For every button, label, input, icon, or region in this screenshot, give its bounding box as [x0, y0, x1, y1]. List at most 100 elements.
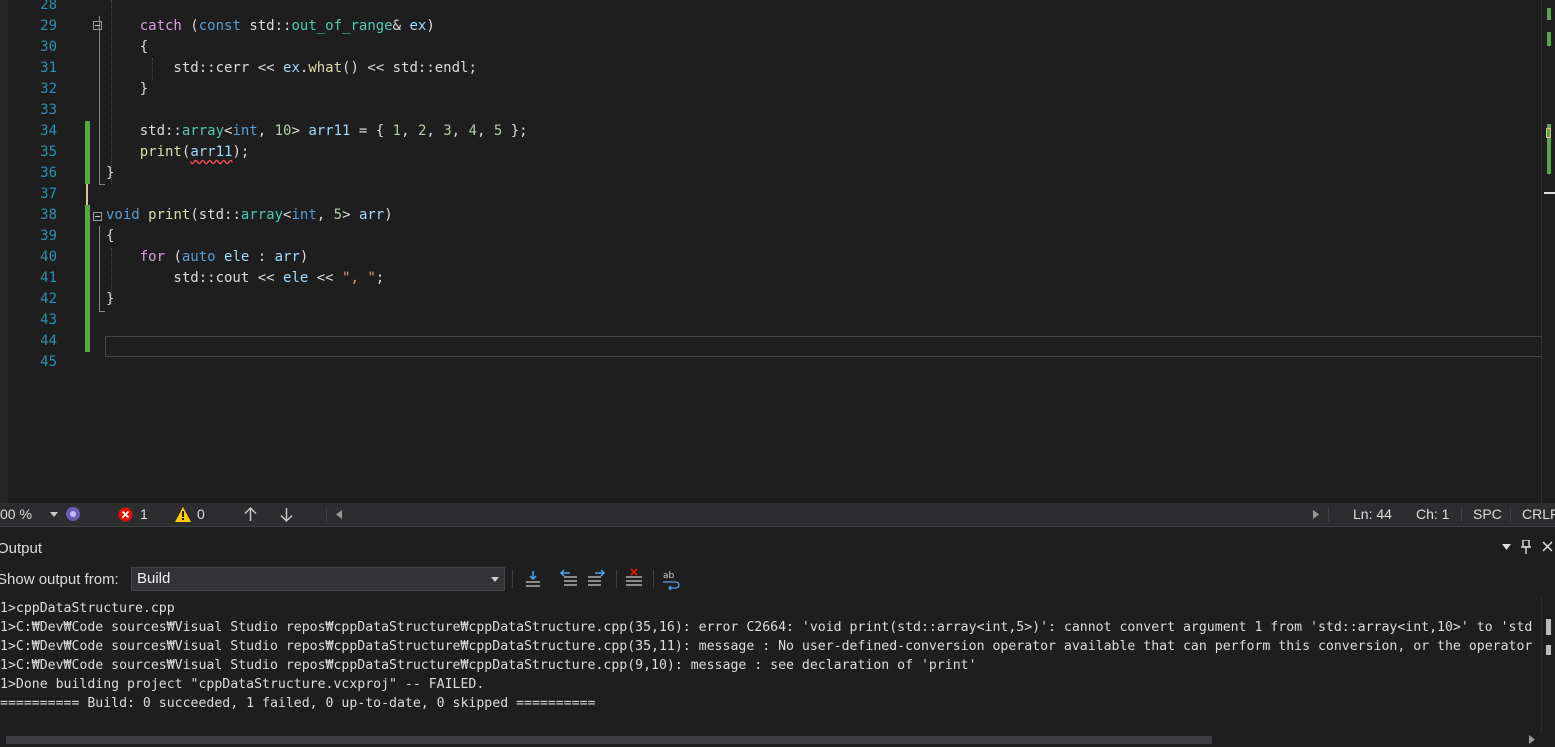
code-line[interactable]: 38 void print(std::array<int, 5> arr)	[0, 205, 1540, 226]
output-line[interactable]: 1>cppDataStructure.cpp	[0, 599, 1543, 618]
close-icon[interactable]	[1542, 541, 1553, 552]
change-marker	[85, 142, 90, 163]
svg-text:ab: ab	[663, 571, 675, 581]
line-number: 42	[40, 291, 57, 307]
output-horizontal-scrollbar[interactable]	[0, 733, 1541, 747]
code-line[interactable]: 33	[0, 100, 1540, 121]
scroll-left-icon[interactable]	[336, 510, 342, 519]
line-ending-indicator[interactable]: CRLF	[1522, 503, 1555, 526]
line-number: 41	[40, 270, 57, 286]
line-number: 45	[40, 354, 57, 370]
output-line[interactable]: 1>C:₩Dev₩Code sources₩Visual Studio repo…	[0, 618, 1543, 637]
code-line[interactable]: 40 for (auto ele : arr)	[0, 247, 1540, 268]
collapse-toggle-icon[interactable]	[93, 212, 102, 221]
collapse-toggle-icon[interactable]	[93, 21, 102, 30]
output-text[interactable]: 1>cppDataStructure.cpp 1>C:₩Dev₩Code sour…	[0, 599, 1543, 731]
error-count[interactable]: 1	[140, 503, 148, 526]
clear-all-icon[interactable]	[623, 568, 645, 590]
pin-icon[interactable]	[1521, 540, 1531, 554]
code-line[interactable]: 32 }	[0, 79, 1540, 100]
code-text[interactable]: print(arr11);	[106, 142, 250, 163]
output-line[interactable]: ========== Build: 0 succeeded, 1 failed,…	[0, 694, 1543, 713]
code-text[interactable]: {	[106, 226, 114, 247]
code-text[interactable]: std::cerr << ex.what() << std::endl;	[106, 58, 476, 79]
editor-status-bar: 00 % 1 0 Ln: 44 Ch: 1 SPC CRLF	[0, 503, 1555, 526]
char-indicator[interactable]: Ch: 1	[1416, 503, 1449, 526]
output-line[interactable]: 1>C:₩Dev₩Code sources₩Visual Studio repo…	[0, 656, 1543, 675]
warning-count[interactable]: 0	[197, 503, 205, 526]
code-line[interactable]: 30 {	[0, 37, 1540, 58]
scroll-thumb[interactable]	[1544, 192, 1555, 194]
line-number: 36	[40, 165, 57, 181]
divider	[653, 570, 654, 588]
scroll-right-icon[interactable]	[1529, 735, 1535, 744]
output-line[interactable]: 1>C:₩Dev₩Code sources₩Visual Studio repo…	[0, 637, 1543, 656]
code-text[interactable]: std::cout << ele << ", ";	[106, 268, 384, 289]
code-text[interactable]: }	[106, 79, 148, 100]
line-number: 33	[40, 102, 57, 118]
caret-marker	[1546, 128, 1551, 138]
divider	[1461, 507, 1462, 522]
output-vertical-scrollbar[interactable]	[1541, 597, 1555, 733]
arrow-down-icon[interactable]	[280, 507, 293, 522]
chevron-down-icon[interactable]	[1502, 544, 1511, 550]
code-line[interactable]: 41 std::cout << ele << ", ";	[0, 268, 1540, 289]
change-marker	[85, 310, 90, 331]
scroll-right-icon[interactable]	[1313, 510, 1319, 519]
output-source-dropdown[interactable]: Build	[131, 567, 505, 591]
line-number: 35	[40, 144, 57, 160]
change-marker	[85, 163, 90, 184]
code-line[interactable]: 39 {	[0, 226, 1540, 247]
horizontal-scrollbar[interactable]	[350, 511, 1300, 518]
code-text[interactable]: catch (const std::out_of_range& ex)	[106, 16, 435, 37]
indent-guide	[152, 58, 153, 80]
code-line[interactable]: 29 catch (const std::out_of_range& ex)	[0, 16, 1540, 37]
line-number: 40	[40, 249, 57, 265]
print-function-bracket	[99, 226, 100, 311]
code-line[interactable]: 28	[0, 0, 1540, 16]
toggle-word-wrap-icon[interactable]: ab	[660, 568, 682, 590]
code-line[interactable]: 36}	[0, 163, 1540, 184]
intellicode-icon[interactable]	[65, 506, 82, 523]
code-line[interactable]: 35 print(arr11);	[0, 142, 1540, 163]
arrow-up-icon[interactable]	[244, 507, 257, 522]
line-number: 30	[40, 39, 57, 55]
output-panel: Output Show output from: Build ab 1>cppD…	[0, 526, 1555, 747]
output-toolbar: Show output from: Build ab	[0, 567, 1555, 593]
code-line[interactable]: 43	[0, 310, 1540, 331]
vertical-scrollbar[interactable]	[1541, 0, 1555, 503]
indent-guide	[111, 0, 112, 184]
error-icon[interactable]	[118, 507, 133, 522]
scroll-thumb[interactable]	[6, 736, 1212, 744]
scroll-thumb[interactable]	[1546, 645, 1551, 655]
warning-icon[interactable]	[175, 507, 191, 522]
output-line[interactable]: 1>Done building project "cppDataStructur…	[0, 675, 1543, 694]
change-marker	[85, 247, 90, 268]
find-message-in-code-icon[interactable]	[522, 568, 544, 590]
divider	[1328, 507, 1329, 522]
code-line[interactable]: 42}	[0, 289, 1540, 310]
code-line[interactable]: 37	[0, 184, 1540, 205]
line-number-indicator[interactable]: Ln: 44	[1353, 503, 1392, 526]
code-editor[interactable]: 28 29 catch (const std::out_of_range& ex)…	[0, 0, 1555, 503]
chevron-down-icon[interactable]	[491, 577, 499, 582]
line-number: 37	[40, 186, 57, 202]
code-text[interactable]: for (auto ele : arr)	[106, 247, 309, 268]
line-number: 38	[40, 207, 57, 223]
code-line[interactable]: 31 std::cerr << ex.what() << std::endl;	[0, 58, 1540, 79]
divider	[512, 570, 513, 588]
code-text[interactable]: std::array<int, 10> arr11 = { 1, 2, 3, 4…	[106, 121, 528, 142]
change-marker	[1547, 32, 1551, 46]
zoom-level[interactable]: 00 %	[0, 503, 32, 526]
go-to-previous-message-icon[interactable]	[558, 568, 580, 590]
scroll-thumb[interactable]	[1546, 619, 1551, 635]
change-marker	[85, 331, 90, 352]
go-to-next-message-icon[interactable]	[585, 568, 607, 590]
code-text[interactable]: {	[106, 37, 148, 58]
code-line[interactable]: 34 std::array<int, 10> arr11 = { 1, 2, 3…	[0, 121, 1540, 142]
whitespace-indicator[interactable]: SPC	[1473, 503, 1502, 526]
change-marker	[85, 289, 90, 310]
divider	[326, 507, 327, 522]
code-text[interactable]: void print(std::array<int, 5> arr)	[106, 205, 393, 226]
chevron-down-icon[interactable]	[50, 512, 58, 517]
